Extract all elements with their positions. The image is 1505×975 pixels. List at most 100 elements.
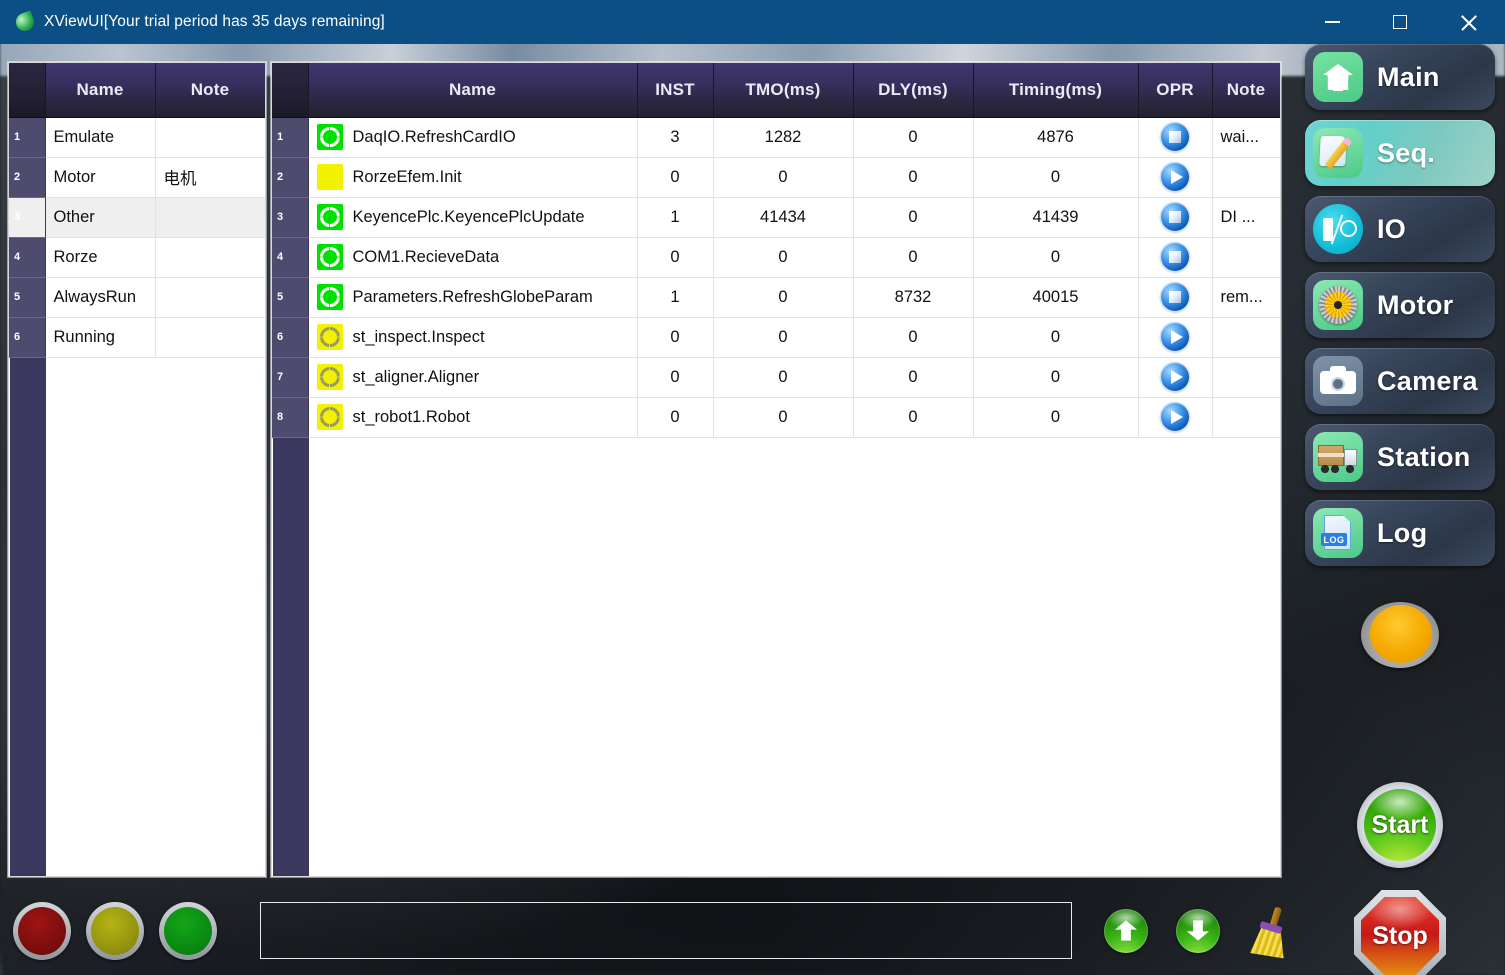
sidebar-item-label: Motor [1377, 289, 1454, 320]
sidebar-item-io[interactable]: IO [1305, 196, 1495, 262]
task-note-cell[interactable] [1212, 317, 1280, 358]
clear-button[interactable] [1246, 905, 1292, 957]
orange-lamp [1361, 602, 1439, 668]
minimize-button[interactable] [1309, 0, 1355, 44]
task-opr-cell[interactable] [1138, 157, 1213, 198]
category-note-cell[interactable] [155, 197, 265, 238]
green-lamp[interactable] [159, 901, 217, 960]
task-opr-cell[interactable] [1138, 197, 1213, 238]
table-row[interactable]: 4 Rorze [9, 237, 265, 278]
task-note-cell[interactable]: rem... [1212, 277, 1280, 318]
sidebar-item-camera[interactable]: Camera [1305, 348, 1495, 414]
sidebar-item-motor[interactable]: Motor [1305, 272, 1495, 338]
category-grid-panel[interactable]: Name Note 1 Emulate 2 Motor 电机 3 Other 4 Rorze 5 A… [8, 62, 266, 877]
task-tmo-cell: 0 [713, 277, 854, 318]
yellow-lamp[interactable] [86, 901, 144, 960]
task-col-tmo[interactable]: TMO(ms) [713, 63, 854, 118]
category-col-note[interactable]: Note [155, 63, 265, 118]
task-name-cell[interactable]: DaqIO.RefreshCardIO [308, 117, 638, 158]
table-row[interactable]: 5 Parameters.RefreshGlobeParam 1 0 8732 40015… [272, 277, 1280, 318]
play-icon[interactable] [1161, 403, 1189, 431]
stop-button[interactable]: Stop [1354, 890, 1446, 975]
task-inst-cell: 0 [637, 157, 714, 198]
task-col-note[interactable]: Note [1212, 63, 1280, 118]
play-icon[interactable] [1161, 163, 1189, 191]
task-note-cell[interactable] [1212, 237, 1280, 278]
move-up-button[interactable] [1104, 908, 1148, 953]
category-note-cell[interactable] [155, 117, 265, 158]
table-row[interactable]: 4 COM1.RecieveData 0 0 0 0 [272, 237, 1280, 278]
task-note-cell[interactable]: wai... [1212, 117, 1280, 158]
table-row[interactable]: 3 Other [9, 197, 265, 238]
stop-icon[interactable] [1161, 283, 1189, 311]
row-number: 8 [272, 397, 309, 438]
task-col-name[interactable]: Name [308, 63, 638, 118]
task-name-cell[interactable]: st_robot1.Robot [308, 397, 638, 438]
start-button[interactable]: Start [1357, 782, 1443, 868]
play-icon[interactable] [1161, 363, 1189, 391]
category-name-cell[interactable]: Other [45, 197, 156, 238]
task-opr-cell[interactable] [1138, 357, 1213, 398]
command-input[interactable] [260, 902, 1072, 959]
task-grid-panel[interactable]: Name INST TMO(ms) DLY(ms) Timing(ms) OPR… [271, 62, 1281, 877]
task-opr-cell[interactable] [1138, 317, 1213, 358]
table-row[interactable]: 1 Emulate [9, 117, 265, 158]
category-name-cell[interactable]: Emulate [45, 117, 156, 158]
table-row[interactable]: 2 RorzeEfem.Init 0 0 0 0 [272, 157, 1280, 198]
table-row[interactable]: 1 DaqIO.RefreshCardIO 3 1282 0 4876 wai... [272, 117, 1280, 158]
stop-icon[interactable] [1161, 203, 1189, 231]
camera-icon [1313, 356, 1363, 406]
task-opr-cell[interactable] [1138, 117, 1213, 158]
sidebar-item-log[interactable]: LOG Log [1305, 500, 1495, 566]
task-name-cell[interactable]: Parameters.RefreshGlobeParam [308, 277, 638, 318]
stop-icon[interactable] [1161, 123, 1189, 151]
category-note-cell[interactable] [155, 237, 265, 278]
table-row[interactable]: 8 st_robot1.Robot 0 0 0 0 [272, 397, 1280, 438]
category-note-cell[interactable]: 电机 [155, 157, 265, 198]
task-opr-cell[interactable] [1138, 237, 1213, 278]
task-note-cell[interactable] [1212, 157, 1280, 198]
sidebar-item-seq[interactable]: Seq. [1305, 120, 1495, 186]
task-name-cell[interactable]: st_inspect.Inspect [308, 317, 638, 358]
category-note-cell[interactable] [155, 317, 265, 358]
table-row[interactable]: 2 Motor 电机 [9, 157, 265, 198]
task-col-opr[interactable]: OPR [1138, 63, 1213, 118]
table-row[interactable]: 7 st_aligner.Aligner 0 0 0 0 [272, 357, 1280, 398]
table-row[interactable]: 6 st_inspect.Inspect 0 0 0 0 [272, 317, 1280, 358]
task-name-label: COM1.RecieveData [352, 247, 500, 266]
table-row[interactable]: 6 Running [9, 317, 265, 358]
task-name-cell[interactable]: KeyencePlc.KeyencePlcUpdate [308, 197, 638, 238]
bottom-bar [0, 886, 1292, 975]
category-name-cell[interactable]: Motor [45, 157, 156, 198]
category-col-name[interactable]: Name [45, 63, 156, 118]
table-row[interactable]: 5 AlwaysRun [9, 277, 265, 318]
category-name-cell[interactable]: Running [45, 317, 156, 358]
task-opr-cell[interactable] [1138, 277, 1213, 318]
task-note-cell[interactable] [1212, 397, 1280, 438]
task-name-cell[interactable]: RorzeEfem.Init [308, 157, 638, 198]
close-button[interactable] [1445, 0, 1491, 44]
task-name-cell[interactable]: st_aligner.Aligner [308, 357, 638, 398]
sidebar-item-station[interactable]: Station [1305, 424, 1495, 490]
task-col-dly[interactable]: DLY(ms) [853, 63, 974, 118]
category-name-cell[interactable]: AlwaysRun [45, 277, 156, 318]
maximize-button[interactable] [1377, 0, 1423, 44]
row-number: 5 [272, 277, 309, 318]
task-col-inst[interactable]: INST [637, 63, 714, 118]
red-lamp[interactable] [13, 901, 71, 960]
task-col-timing[interactable]: Timing(ms) [973, 63, 1139, 118]
sidebar-item-main[interactable]: Main [1305, 44, 1495, 110]
nav-button-list: Main Seq. IO Motor Camera Station LOG Log [1295, 44, 1505, 566]
task-note-cell[interactable] [1212, 357, 1280, 398]
task-opr-cell[interactable] [1138, 397, 1213, 438]
task-dly-cell: 0 [853, 237, 974, 278]
table-row[interactable]: 3 KeyencePlc.KeyencePlcUpdate 1 41434 0 41439… [272, 197, 1280, 238]
task-name-cell[interactable]: COM1.RecieveData [308, 237, 638, 278]
category-note-cell[interactable] [155, 277, 265, 318]
task-note-cell[interactable]: DI ... [1212, 197, 1280, 238]
play-icon[interactable] [1161, 323, 1189, 351]
category-name-cell[interactable]: Rorze [45, 237, 156, 278]
gear-icon [1313, 280, 1363, 330]
stop-icon[interactable] [1161, 243, 1189, 271]
move-down-button[interactable] [1176, 908, 1220, 953]
